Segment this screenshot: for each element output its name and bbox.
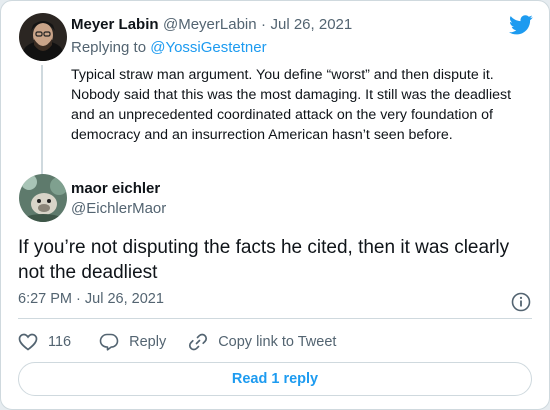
copy-link-label: Copy link to Tweet: [218, 334, 337, 350]
like-button[interactable]: 116: [18, 333, 71, 351]
parent-author-name[interactable]: Meyer Labin: [71, 16, 159, 33]
reply-author-handle[interactable]: @EichlerMaor: [71, 200, 166, 217]
tweet-embed-card: Meyer Labin @MeyerLabin · Jul 26, 2021 R…: [0, 0, 550, 410]
thread-connector-line: [41, 65, 43, 175]
header-separator: ·: [261, 16, 267, 33]
actions-divider: [18, 318, 532, 319]
twitter-bird-icon[interactable]: [509, 15, 533, 40]
replying-to-handle[interactable]: @YossiGestetner: [150, 39, 266, 56]
heart-icon: [18, 333, 38, 351]
parent-date[interactable]: Jul 26, 2021: [271, 16, 353, 33]
reply-timestamp[interactable]: 6:27 PM · Jul 26, 2021: [18, 291, 164, 307]
info-icon[interactable]: [511, 292, 531, 317]
reply-author-name[interactable]: maor eichler: [71, 180, 160, 197]
reply-button[interactable]: Reply: [99, 333, 166, 351]
replying-to-line: Replying to @YossiGestetner: [71, 39, 267, 56]
link-icon: [189, 333, 208, 351]
action-bar: 116 Reply Copy link to Tweet: [18, 332, 336, 352]
parent-avatar[interactable]: [19, 13, 67, 61]
reply-tweet-text: If you’re not disputing the facts he cit…: [18, 237, 510, 283]
copy-link-button[interactable]: Copy link to Tweet: [188, 332, 336, 352]
reply-label: Reply: [129, 334, 167, 350]
replying-to-prefix: Replying to: [71, 39, 147, 56]
read-replies-button[interactable]: Read 1 reply: [18, 362, 532, 396]
parent-tweet-text: Typical straw man argument. You define “…: [71, 67, 512, 143]
reply-bubble-icon: [99, 333, 119, 351]
like-count: 116: [48, 334, 72, 350]
parent-header: Meyer Labin @MeyerLabin · Jul 26, 2021: [71, 16, 352, 34]
reply-avatar[interactable]: [19, 174, 67, 222]
parent-author-handle[interactable]: @MeyerLabin: [163, 16, 257, 33]
